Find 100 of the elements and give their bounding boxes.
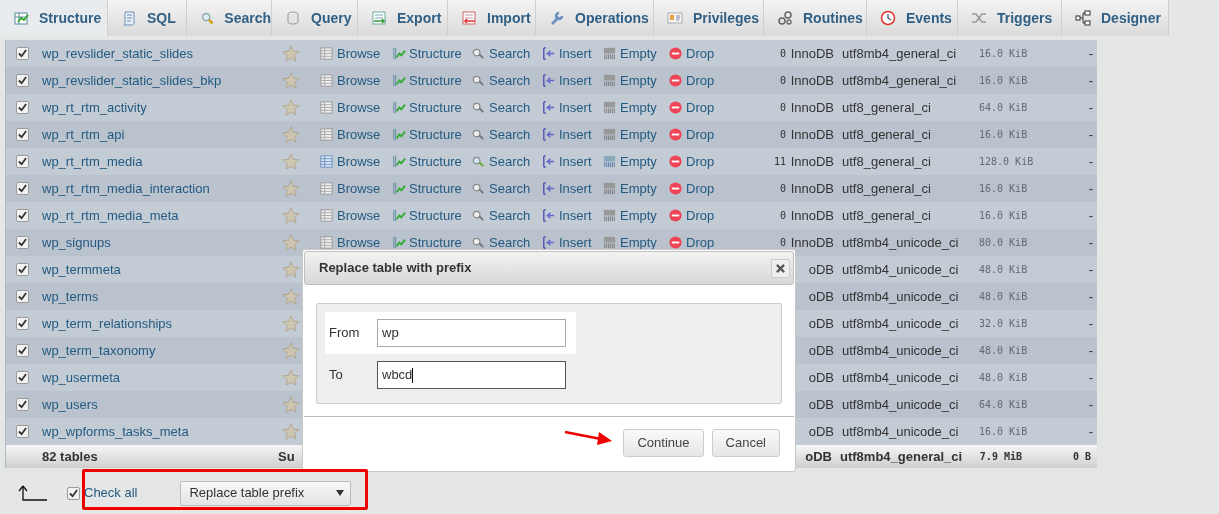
table-name-link[interactable]: wp_term_taxonomy	[42, 342, 156, 358]
checkbox[interactable]	[16, 47, 29, 60]
action-link[interactable]: Search	[471, 178, 531, 199]
action-link[interactable]: Insert	[541, 97, 592, 118]
action-link[interactable]: Structure	[391, 124, 462, 145]
action-link[interactable]: Empty	[602, 43, 657, 64]
star-icon[interactable]	[282, 179, 300, 198]
action-link[interactable]: Search	[471, 70, 531, 91]
star-icon[interactable]	[282, 98, 300, 117]
tab[interactable]: Import	[448, 0, 536, 36]
checkbox[interactable]	[16, 290, 29, 303]
action-link[interactable]: Empty	[602, 232, 657, 253]
table-name-link[interactable]: wp_rt_rtm_media_meta	[42, 207, 179, 223]
star-icon[interactable]	[282, 395, 300, 414]
tab[interactable]: SQL	[108, 0, 187, 36]
action-link[interactable]: Drop	[668, 151, 715, 172]
action-link[interactable]: Structure	[391, 205, 462, 226]
checkbox[interactable]	[16, 155, 29, 168]
checkbox[interactable]	[16, 101, 29, 114]
tab[interactable]: Export	[358, 0, 448, 36]
star-icon[interactable]	[282, 152, 300, 171]
action-link[interactable]: Insert	[541, 232, 592, 253]
action-link[interactable]: Search	[471, 43, 531, 64]
dialog-button[interactable]: Continue	[623, 429, 704, 457]
action-link[interactable]: Structure	[391, 232, 462, 253]
checkbox[interactable]	[16, 236, 29, 249]
table-name-link[interactable]: wp_signups	[42, 234, 111, 250]
star-icon[interactable]	[282, 71, 300, 90]
action-link[interactable]: Empty	[602, 151, 657, 172]
table-name-link[interactable]: wp_rt_rtm_api	[42, 126, 125, 142]
tab[interactable]: Designer	[1062, 0, 1169, 36]
action-link[interactable]: Drop	[668, 124, 715, 145]
check-all-label[interactable]: Check all	[84, 483, 138, 503]
checkbox[interactable]	[16, 425, 29, 438]
checkbox[interactable]	[16, 371, 29, 384]
action-link[interactable]: Browse	[319, 124, 381, 145]
action-link[interactable]: Structure	[391, 70, 462, 91]
close-button[interactable]	[771, 258, 790, 278]
action-link[interactable]: Browse	[319, 232, 381, 253]
action-link[interactable]: Search	[471, 232, 531, 253]
table-name-link[interactable]: wp_users	[42, 396, 98, 412]
star-icon[interactable]	[282, 125, 300, 144]
table-name-link[interactable]: wp_usermeta	[42, 369, 121, 385]
tab[interactable]: Routines	[764, 0, 867, 36]
text-field[interactable]: wp	[377, 319, 566, 347]
star-icon[interactable]	[282, 233, 300, 252]
action-link[interactable]: Insert	[541, 70, 592, 91]
table-name-link[interactable]: wp_term_relationships	[42, 315, 173, 331]
checkbox[interactable]	[16, 209, 29, 222]
action-link[interactable]: Browse	[319, 70, 381, 91]
action-link[interactable]: Empty	[602, 70, 657, 91]
action-link[interactable]: Insert	[541, 205, 592, 226]
action-link[interactable]: Structure	[391, 151, 462, 172]
table-name-link[interactable]: wp_revslider_static_slides_bkp	[42, 72, 222, 88]
checkbox[interactable]	[16, 182, 29, 195]
action-link[interactable]: Insert	[541, 178, 592, 199]
action-link[interactable]: Search	[471, 97, 531, 118]
action-link[interactable]: Empty	[602, 178, 657, 199]
tab[interactable]: Operations	[536, 0, 654, 36]
action-link[interactable]: Search	[471, 205, 531, 226]
star-icon[interactable]	[282, 260, 300, 279]
action-link[interactable]: Drop	[668, 97, 715, 118]
tab[interactable]: Events	[867, 0, 958, 36]
dialog-button[interactable]: Cancel	[711, 429, 780, 457]
checkbox[interactable]	[16, 398, 29, 411]
tab[interactable]: Structure	[0, 0, 108, 36]
table-name-link[interactable]: wp_terms	[42, 288, 99, 304]
action-link[interactable]: Empty	[602, 205, 657, 226]
table-name-link[interactable]: wp_rt_rtm_media_interaction	[42, 180, 210, 196]
action-link[interactable]: Structure	[391, 43, 462, 64]
action-link[interactable]: Empty	[602, 124, 657, 145]
star-icon[interactable]	[282, 287, 300, 306]
table-name-link[interactable]: wp_wpforms_tasks_meta	[42, 423, 189, 439]
action-link[interactable]: Insert	[541, 43, 592, 64]
action-link[interactable]: Browse	[319, 151, 381, 172]
action-link[interactable]: Structure	[391, 97, 462, 118]
action-link[interactable]: Insert	[541, 151, 592, 172]
star-icon[interactable]	[282, 44, 300, 63]
table-name-link[interactable]: wp_rt_rtm_activity	[42, 99, 147, 115]
action-link[interactable]: Search	[471, 124, 531, 145]
checkbox[interactable]	[16, 344, 29, 357]
action-link[interactable]: Browse	[319, 178, 381, 199]
action-link[interactable]: Browse	[319, 43, 381, 64]
action-link[interactable]: Drop	[668, 70, 715, 91]
tab[interactable]: Search	[187, 0, 272, 36]
action-link[interactable]: Drop	[668, 205, 715, 226]
action-link[interactable]: Drop	[668, 232, 715, 253]
star-icon[interactable]	[282, 206, 300, 225]
action-link[interactable]: Browse	[319, 205, 381, 226]
action-link[interactable]: Insert	[541, 124, 592, 145]
action-link[interactable]: Browse	[319, 97, 381, 118]
star-icon[interactable]	[282, 368, 300, 387]
star-icon[interactable]	[282, 314, 300, 333]
action-link[interactable]: Structure	[391, 178, 462, 199]
checkbox[interactable]	[16, 128, 29, 141]
tab[interactable]: Privileges	[654, 0, 764, 36]
checkbox[interactable]	[67, 486, 80, 500]
action-link[interactable]: Search	[471, 151, 531, 172]
text-field[interactable]: wbcd	[377, 361, 566, 389]
action-select[interactable]: Replace table prefix	[180, 480, 352, 506]
